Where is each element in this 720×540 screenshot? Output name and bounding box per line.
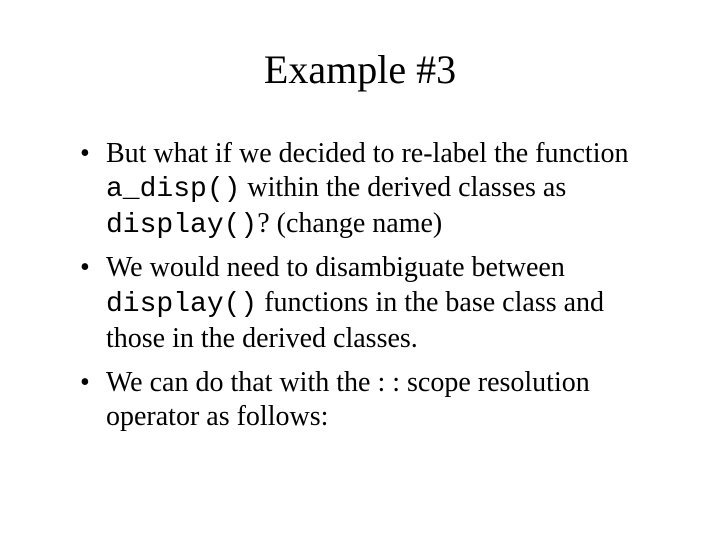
bullet-list: But what if we decided to re-label the f… (58, 137, 662, 436)
text-run: ? (change name) (257, 208, 442, 239)
text-run: We can do that with the : : scope resolu… (106, 367, 590, 432)
list-item: We can do that with the : : scope resolu… (84, 366, 662, 436)
list-item: We would need to disambiguate between di… (84, 251, 662, 357)
text-run: We would need to disambiguate between (106, 252, 565, 283)
list-item: But what if we decided to re-label the f… (84, 137, 662, 243)
code-run: display() (106, 289, 257, 320)
code-run: a_disp() (106, 174, 240, 205)
slide: Example #3 But what if we decided to re-… (0, 0, 720, 540)
slide-title: Example #3 (58, 46, 662, 93)
text-run: within the derived classes as (240, 172, 566, 203)
code-run: display() (106, 210, 257, 241)
text-run: But what if we decided to re-label the f… (106, 138, 628, 169)
